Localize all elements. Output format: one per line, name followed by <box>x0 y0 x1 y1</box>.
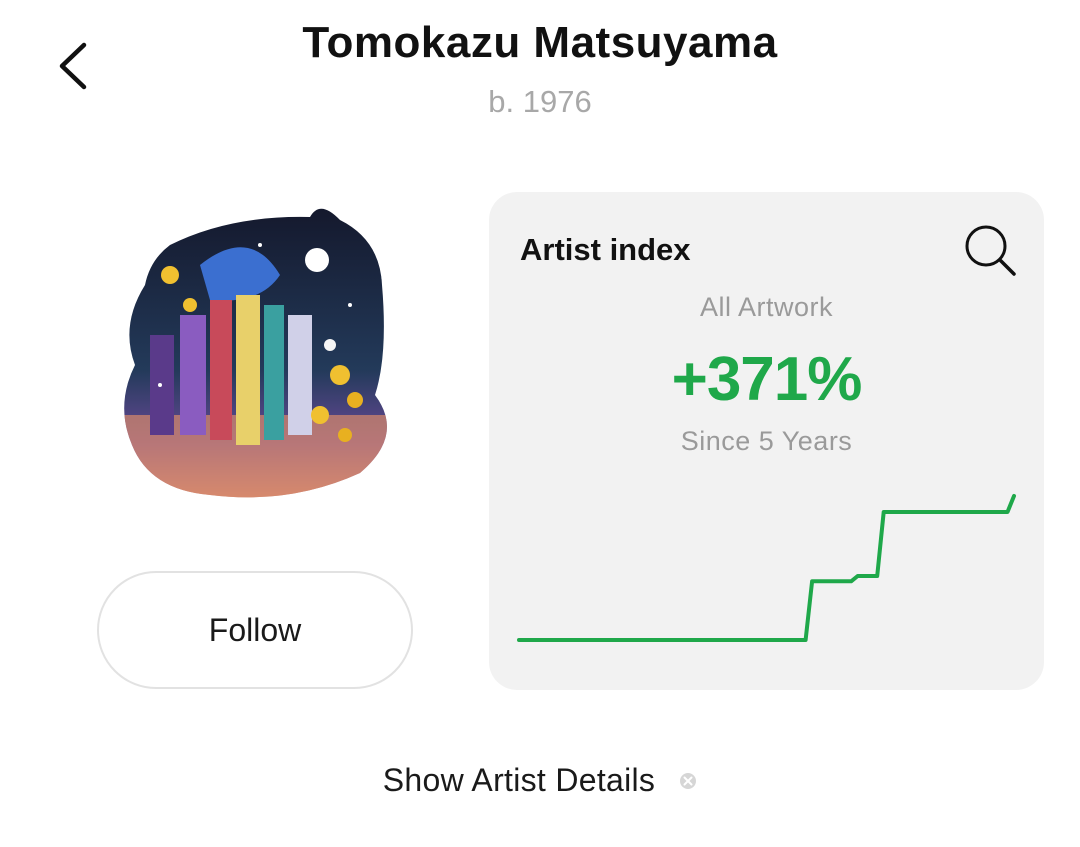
artist-index-title: Artist index <box>520 232 691 267</box>
index-series-line-0 <box>517 494 1016 642</box>
artist-name: Tomokazu Matsuyama <box>302 18 778 67</box>
search-button[interactable] <box>962 222 1018 278</box>
follow-label: Follow <box>208 611 302 648</box>
follow-button[interactable]: Follow <box>97 571 413 689</box>
index-period-label: Since 5 Years <box>680 426 853 456</box>
search-icon <box>965 225 1016 276</box>
index-change-value: +371% <box>671 345 863 414</box>
artist-birth-year: b. 1976 <box>488 84 592 119</box>
artwork-image[interactable] <box>110 205 395 505</box>
show-artist-details-link[interactable]: Show Artist Details <box>0 762 1080 799</box>
artist-index-card[interactable]: Artist index All Artwork +371% Since 5 Y… <box>489 192 1044 690</box>
artist-index-chart <box>517 488 1016 648</box>
index-chart-svg <box>517 494 1016 642</box>
index-scope-label: All Artwork <box>699 292 834 322</box>
close-circle-icon <box>679 772 697 790</box>
show-artist-details-label: Show Artist Details <box>382 762 656 798</box>
